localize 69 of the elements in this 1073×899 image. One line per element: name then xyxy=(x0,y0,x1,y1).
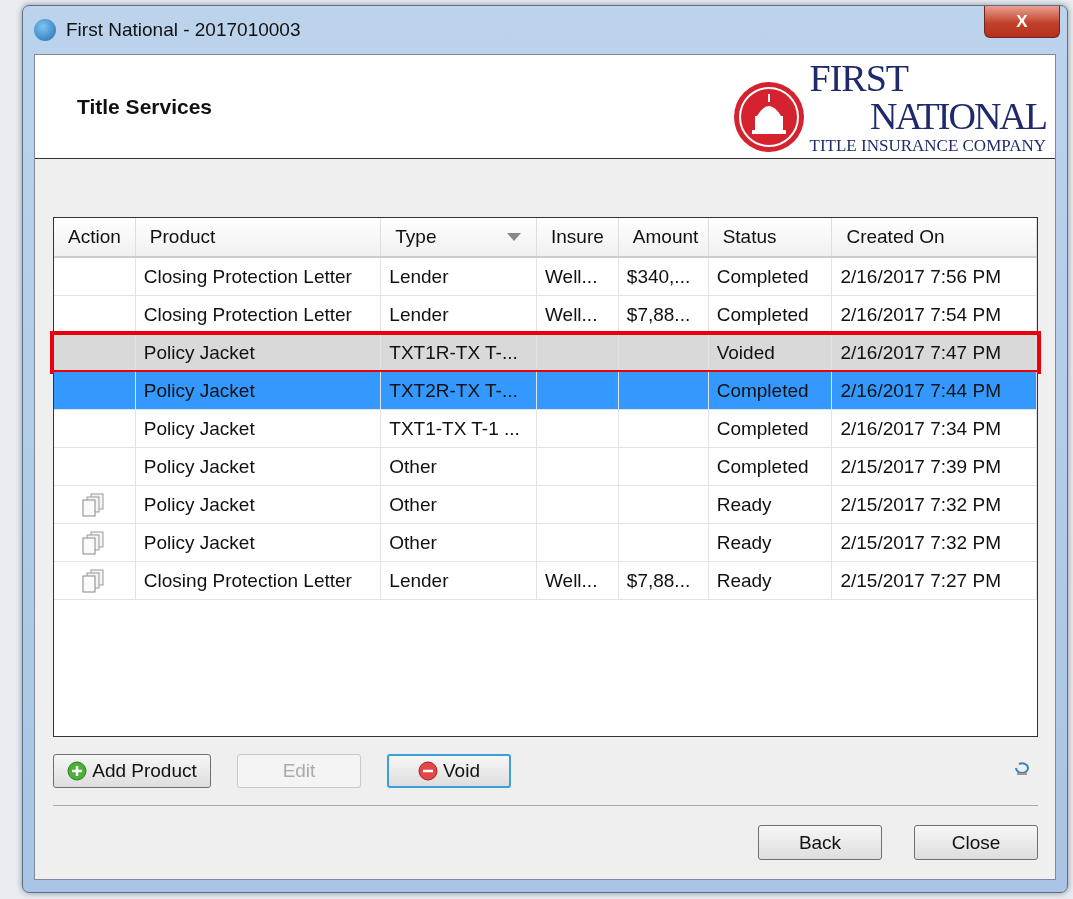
footer-button[interactable]: Close xyxy=(914,825,1038,860)
table-cell: Well... xyxy=(537,258,619,295)
table-cell: Policy Jacket xyxy=(135,410,382,447)
column-header[interactable]: Product xyxy=(135,218,382,256)
column-header[interactable]: Action xyxy=(54,218,136,256)
table-row[interactable]: Policy Jacket Other Completed 2/15/2017 7:39 PM xyxy=(54,448,1037,486)
table-cell: Well... xyxy=(537,562,619,599)
table-cell: Policy Jacket xyxy=(135,372,382,409)
table-row[interactable]: Policy Jacket TXT2R-TX T-... Completed 2/16/2017 7:44 PM xyxy=(54,372,1037,410)
logo-text: FIRST xyxy=(809,59,909,97)
table-row[interactable]: Policy Jacket TXT1-TX T-1 ... Completed 2/16/2017 7:34 PM xyxy=(54,410,1037,448)
table-cell: Completed xyxy=(708,448,833,485)
action-button[interactable]: Void xyxy=(387,754,511,788)
table-cell: Ready xyxy=(708,562,833,599)
logo-text: NATIONAL xyxy=(869,97,1046,135)
column-header[interactable]: Created On xyxy=(832,218,1037,256)
table-cell: Other xyxy=(381,448,537,485)
table-cell: Ready xyxy=(708,524,833,561)
app-icon xyxy=(34,19,56,41)
table-cell: Ready xyxy=(708,486,833,523)
table-cell: 2/16/2017 7:56 PM xyxy=(832,258,1037,295)
table-cell: Completed xyxy=(708,410,833,447)
table-cell: TXT1-TX T-1 ... xyxy=(381,410,537,447)
table-row[interactable]: Policy Jacket Other Ready 2/15/2017 7:32 PM xyxy=(54,524,1037,562)
table-cell: Completed xyxy=(708,296,833,333)
window-title: First National - 2017010003 xyxy=(66,19,301,41)
capitol-dome-icon xyxy=(731,80,806,154)
table-row[interactable]: Closing Protection Letter Lender Well... $7,88... Ready 2/15/2017 7:27 PM xyxy=(54,562,1037,600)
table-cell: 2/16/2017 7:34 PM xyxy=(832,410,1037,447)
action-button[interactable]: Add Product xyxy=(53,754,211,788)
logo-subtitle: TITLE INSURANCE COMPANY xyxy=(809,137,1046,154)
plus-icon xyxy=(67,761,88,781)
table-cell: 2/16/2017 7:47 PM xyxy=(832,334,1037,371)
table-cell: $340,... xyxy=(618,258,709,295)
table-cell: Closing Protection Letter xyxy=(135,562,382,599)
column-header[interactable]: Amount xyxy=(618,218,709,256)
footer-button[interactable]: Back xyxy=(758,825,882,860)
table-cell: Policy Jacket xyxy=(135,524,382,561)
table-cell: 2/15/2017 7:39 PM xyxy=(832,448,1037,485)
table-cell: 2/16/2017 7:54 PM xyxy=(832,296,1037,333)
section-title: Title Services xyxy=(77,94,213,119)
table-cell: Policy Jacket xyxy=(135,486,382,523)
table-row[interactable]: Closing Protection Letter Lender Well... $340,... Completed 2/16/2017 7:56 PM xyxy=(54,258,1037,296)
table-cell: Policy Jacket xyxy=(135,448,382,485)
table-cell: 2/15/2017 7:32 PM xyxy=(832,524,1037,561)
table-cell: Well... xyxy=(537,296,619,333)
table-cell: TXT1R-TX T-... xyxy=(381,334,537,371)
window-close-x[interactable]: X xyxy=(984,6,1060,38)
table-row[interactable]: Policy Jacket Other Ready 2/15/2017 7:32 PM xyxy=(54,486,1037,524)
minus-icon xyxy=(418,761,438,781)
table-cell: Other xyxy=(381,486,537,523)
table-cell: Closing Protection Letter xyxy=(135,296,382,333)
table-cell: $7,88... xyxy=(618,296,709,333)
table-cell: 2/15/2017 7:32 PM xyxy=(832,486,1037,523)
table-cell: Lender xyxy=(381,296,537,333)
table-cell: $7,88... xyxy=(618,562,709,599)
table-cell: TXT2R-TX T-... xyxy=(381,372,537,409)
column-header[interactable]: Insure xyxy=(536,218,619,256)
table-cell: Completed xyxy=(708,372,833,409)
table-cell: Closing Protection Letter xyxy=(135,258,382,295)
table-cell: Lender xyxy=(381,562,537,599)
table-cell: Other xyxy=(381,524,537,561)
column-header[interactable]: Status xyxy=(708,218,833,256)
table-cell: Completed xyxy=(708,258,833,295)
column-header[interactable]: Type xyxy=(381,218,537,256)
sort-caret-icon xyxy=(505,232,522,242)
table-cell: 2/16/2017 7:44 PM xyxy=(832,372,1037,409)
table-cell: 2/15/2017 7:27 PM xyxy=(832,562,1037,599)
table-cell: Lender xyxy=(381,258,537,295)
